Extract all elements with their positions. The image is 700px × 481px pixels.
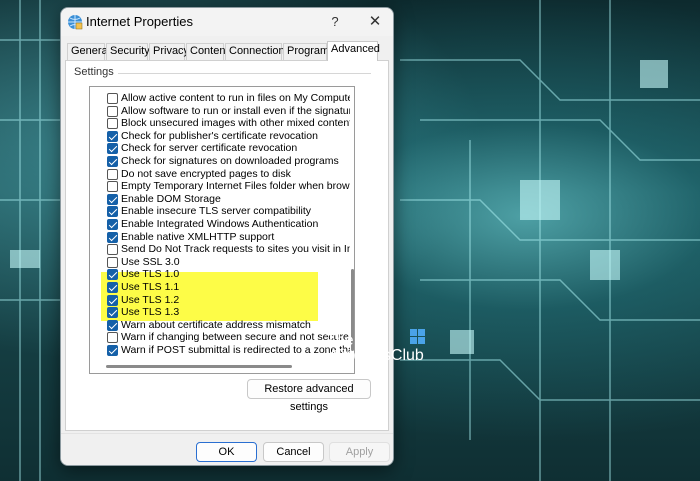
watermark-line2: WindowsClub xyxy=(326,347,424,364)
tab-connections[interactable]: Connections xyxy=(225,43,290,60)
setting-label: Enable native XMLHTTP support xyxy=(121,230,275,243)
setting-label: Use TLS 1.1 xyxy=(121,281,180,293)
setting-label: Send Do Not Track requests to sites you … xyxy=(121,243,350,256)
setting-checkbox[interactable] xyxy=(107,130,118,142)
setting-checkbox[interactable] xyxy=(107,332,118,344)
setting-label: Use TLS 1.3 xyxy=(121,306,180,319)
tab-advanced[interactable]: Advanced xyxy=(327,41,380,61)
tab-programs[interactable]: Programs xyxy=(283,43,335,60)
setting-label: Check for server certificate revocation xyxy=(121,142,298,155)
setting-checkbox[interactable] xyxy=(107,168,118,180)
title-bar[interactable]: Internet Properties ? ✕ xyxy=(61,8,393,36)
ok-button[interactable]: OK xyxy=(196,442,257,462)
tab-general[interactable]: General xyxy=(67,43,110,60)
setting-checkbox[interactable] xyxy=(107,206,118,218)
cancel-button[interactable]: Cancel xyxy=(263,442,324,462)
help-button[interactable]: ? xyxy=(323,12,347,32)
setting-row[interactable]: Warn if POST submittal is redirected to … xyxy=(90,344,350,358)
windows-logo-icon xyxy=(410,329,425,344)
horizontal-scrollbar[interactable] xyxy=(90,359,354,373)
apply-button[interactable]: Apply xyxy=(329,442,390,462)
setting-checkbox[interactable] xyxy=(107,93,118,104)
setting-checkbox[interactable] xyxy=(107,105,118,117)
setting-checkbox[interactable] xyxy=(107,143,118,155)
setting-label: Check for signatures on downloaded progr… xyxy=(121,155,339,167)
settings-group-label: Settings xyxy=(74,66,118,78)
setting-checkbox[interactable] xyxy=(107,319,118,331)
setting-label: Use TLS 1.2 xyxy=(121,293,180,306)
vertical-scrollbar[interactable] xyxy=(351,87,354,359)
setting-label: Use TLS 1.0 xyxy=(121,268,180,281)
setting-checkbox[interactable] xyxy=(107,269,118,281)
settings-divider xyxy=(117,73,371,74)
setting-checkbox[interactable] xyxy=(107,156,118,167)
setting-label: Warn if changing between secure and not … xyxy=(121,331,350,344)
settings-list-viewport: Allow active content to run in files on … xyxy=(90,87,350,359)
internet-options-icon xyxy=(68,15,83,30)
setting-checkbox[interactable] xyxy=(107,181,118,193)
tab-content[interactable]: Content xyxy=(186,43,229,60)
setting-checkbox[interactable] xyxy=(107,193,118,205)
setting-checkbox[interactable] xyxy=(107,244,118,256)
setting-label: Use SSL 3.0 xyxy=(121,255,180,268)
setting-checkbox[interactable] xyxy=(107,282,118,293)
setting-label: Enable insecure TLS server compatibility xyxy=(121,205,312,218)
setting-checkbox[interactable] xyxy=(107,219,118,230)
internet-properties-dialog: Internet Properties ? ✕ General Security… xyxy=(60,7,394,466)
restore-advanced-settings-button[interactable]: Restore advanced settings xyxy=(247,379,371,413)
setting-checkbox[interactable] xyxy=(107,294,118,306)
setting-label: Warn about certificate address mismatch xyxy=(121,318,311,331)
setting-label: Check for publisher's certificate revoca… xyxy=(121,129,318,142)
setting-label: Empty Temporary Internet Files folder wh… xyxy=(121,180,350,193)
setting-label: Enable Integrated Windows Authentication xyxy=(121,218,319,230)
horizontal-scroll-thumb[interactable] xyxy=(106,365,292,368)
setting-label: Block unsecured images with other mixed … xyxy=(121,117,350,130)
setting-checkbox[interactable] xyxy=(107,256,118,268)
setting-label: Warn if POST submittal is redirected to … xyxy=(121,344,350,356)
close-button[interactable]: ✕ xyxy=(363,12,387,32)
setting-checkbox[interactable] xyxy=(107,231,118,243)
setting-label: Allow active content to run in files on … xyxy=(121,92,350,104)
setting-label: Allow software to run or install even if… xyxy=(121,104,350,117)
setting-checkbox[interactable] xyxy=(107,118,118,130)
setting-label: Do not save encrypted pages to disk xyxy=(121,167,291,180)
tab-privacy[interactable]: Privacy xyxy=(149,43,189,60)
tab-security[interactable]: Security xyxy=(106,43,150,60)
settings-list[interactable]: Allow active content to run in files on … xyxy=(89,86,355,374)
window-title: Internet Properties xyxy=(86,14,193,29)
setting-checkbox[interactable] xyxy=(107,345,118,356)
setting-label: Enable DOM Storage xyxy=(121,192,221,205)
setting-checkbox[interactable] xyxy=(107,307,118,319)
